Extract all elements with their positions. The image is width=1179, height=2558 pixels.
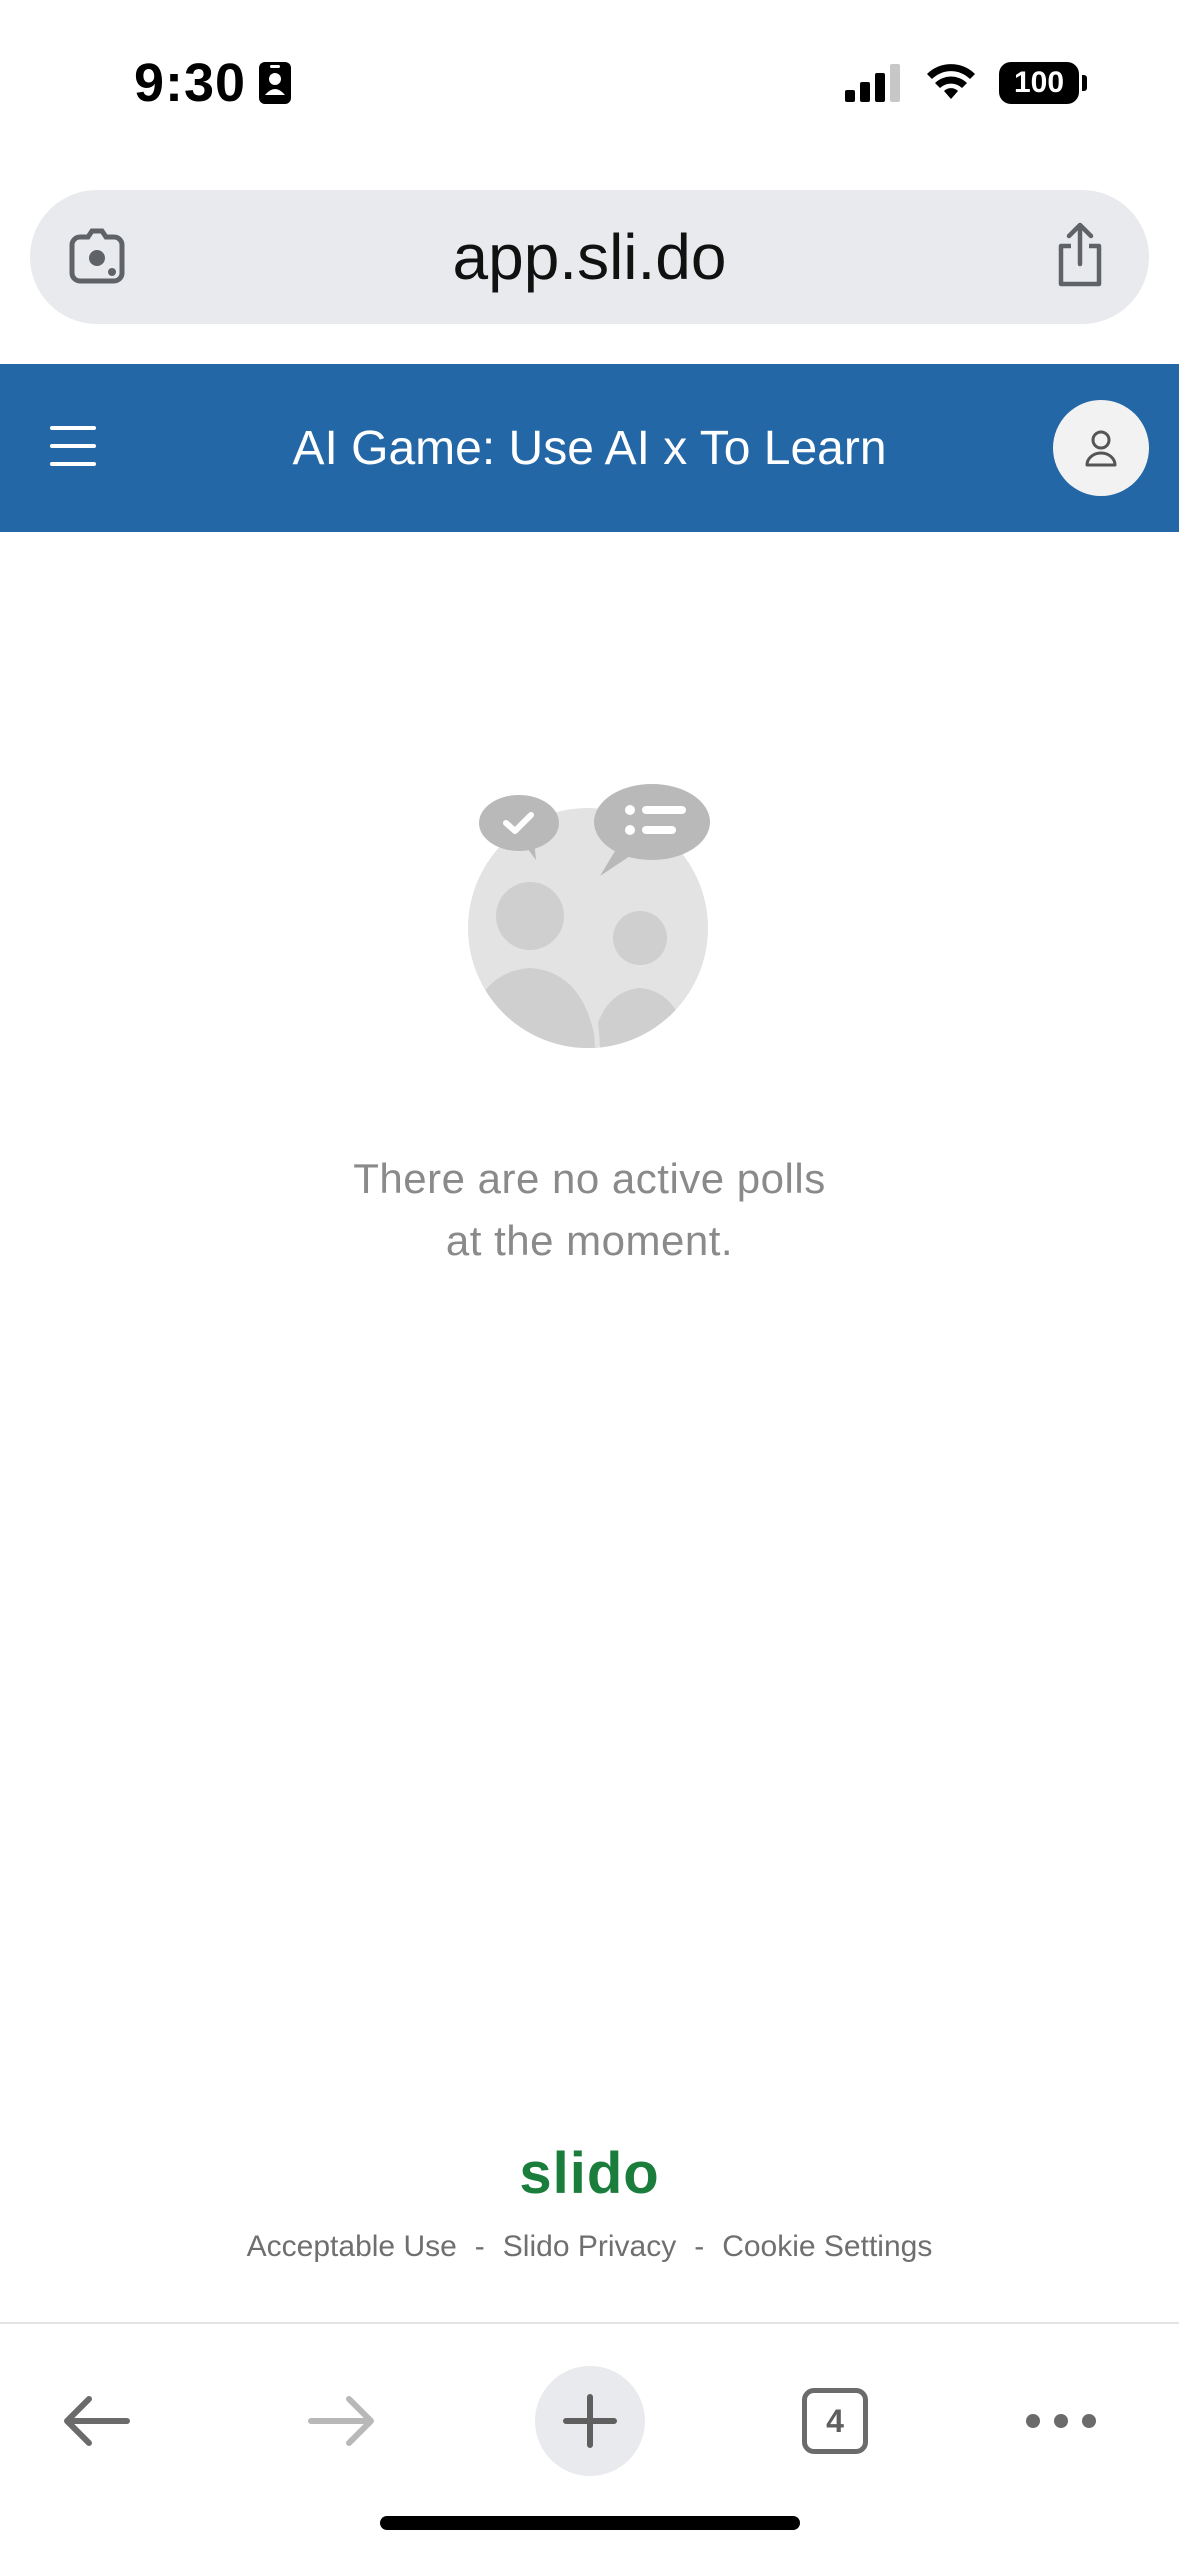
user-avatar-button[interactable] [1053,400,1149,496]
status-bar: 9:30 100 [0,0,1179,170]
wifi-icon [927,64,975,99]
slido-privacy-link[interactable]: Slido Privacy [503,2230,676,2264]
back-arrow-icon [64,2396,130,2446]
hamburger-menu-icon[interactable] [50,426,96,470]
battery-level: 100 [1013,66,1065,99]
url-bar[interactable]: app.sli.do [30,190,1149,324]
empty-state-message: There are no active polls at the moment. [200,1148,979,1272]
more-horizontal-icon [1026,2414,1096,2428]
forward-arrow-icon [308,2396,374,2446]
contact-card-icon [259,62,292,104]
new-tab-button[interactable] [535,2366,645,2476]
no-polls-illustration-icon [468,784,710,1048]
tab-count: 4 [802,2388,868,2454]
more-options-button[interactable] [1006,2366,1116,2476]
forward-button[interactable] [288,2366,398,2476]
battery-indicator: 100 [999,62,1087,104]
home-indicator[interactable] [380,2516,800,2530]
event-title: AI Game: Use AI x To Learn [292,421,887,475]
status-time: 9:30 [134,52,292,114]
footer-separator: - [474,2230,485,2263]
empty-state-line-2: at the moment. [445,1217,734,1264]
url-text[interactable]: app.sli.do [30,190,1149,324]
footer-links: Acceptable Use - Slido Privacy - Cookie … [0,2230,1179,2264]
cookie-settings-link[interactable]: Cookie Settings [722,2230,932,2264]
acceptable-use-link[interactable]: Acceptable Use [247,2230,457,2264]
plus-icon [563,2394,617,2448]
back-button[interactable] [40,2366,150,2476]
user-icon [1085,430,1117,467]
status-indicators: 100 [845,62,1087,104]
tab-switcher-button[interactable]: 4 [780,2366,890,2476]
app-header: AI Game: Use AI x To Learn [0,364,1179,532]
empty-state-line-1: There are no active polls [353,1155,826,1202]
cellular-signal-icon [845,64,900,102]
status-time-text: 9:30 [134,53,247,113]
slido-logo[interactable]: slido [0,2140,1179,2207]
share-icon[interactable] [1051,222,1109,288]
footer-separator: - [694,2230,705,2263]
